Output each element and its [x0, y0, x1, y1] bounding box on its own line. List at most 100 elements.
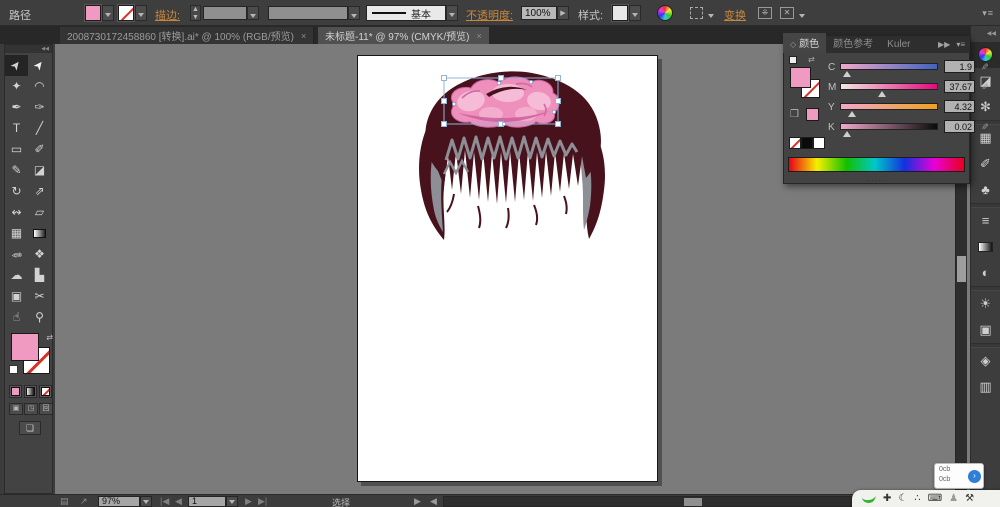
selection-tool[interactable]: ➤	[5, 55, 28, 76]
dock-gradient-panel[interactable]	[971, 234, 1000, 260]
align-dropdown[interactable]	[705, 7, 717, 19]
horizontal-scrollbar-thumb[interactable]	[684, 498, 702, 506]
select-similar-objects-icon[interactable]: ✕	[780, 7, 794, 19]
paintbrush-tool[interactable]: ✐	[28, 139, 51, 160]
artwork-hair-illustration[interactable]	[358, 56, 657, 481]
ime-user-icon[interactable]: ♟	[949, 490, 958, 507]
slider-handle-icon[interactable]	[842, 71, 851, 77]
ime-logo-icon[interactable]	[861, 493, 877, 504]
tab-color[interactable]: ◇ 颜色	[783, 33, 827, 53]
lasso-tool[interactable]: ◠	[28, 76, 51, 97]
blob-brush-tool[interactable]: ✑	[28, 97, 51, 118]
scroll-right-arrow-icon[interactable]: ▶	[414, 496, 421, 507]
none-mode-button[interactable]	[39, 385, 52, 398]
zoom-dropdown[interactable]	[140, 496, 152, 507]
none-swatch[interactable]	[789, 137, 801, 149]
ime-mode-icon[interactable]: ✚	[883, 490, 891, 507]
artboard-tool[interactable]: ▣	[5, 286, 28, 307]
document-tab-2[interactable]: 未标题-11* @ 97% (CMYK/预览) ×	[318, 27, 489, 44]
close-icon[interactable]: ×	[476, 31, 481, 41]
dock-brushes-panel[interactable]: ✐	[971, 151, 1000, 177]
draw-inside-button[interactable]: 回	[39, 403, 53, 415]
width-tool[interactable]: ↭	[5, 202, 28, 223]
line-segment-tool[interactable]: ╱	[28, 118, 51, 139]
default-fill-stroke-icon[interactable]	[789, 56, 797, 64]
style-dropdown[interactable]	[629, 5, 641, 21]
cyan-slider[interactable]	[840, 63, 938, 77]
fill-color-dropdown[interactable]	[102, 5, 114, 21]
free-transform-tool[interactable]: ▱	[28, 202, 51, 223]
black-value-field[interactable]: 0.02	[944, 120, 975, 133]
last-artboard-button[interactable]: ▶|	[258, 496, 267, 507]
swap-fill-stroke-icon[interactable]: ⇄	[46, 333, 53, 342]
mesh-tool[interactable]: ▦	[5, 223, 28, 244]
eraser-tool[interactable]: ◪	[28, 160, 51, 181]
graph-tool[interactable]: ▙	[28, 265, 51, 286]
toolbox-collapse-button[interactable]: ◀◀	[5, 45, 52, 53]
out-of-gamut-cube-icon[interactable]: ❒	[790, 109, 799, 120]
ime-popup[interactable]: 0cb 0cb ›	[934, 463, 984, 489]
magic-wand-tool[interactable]: ✦	[5, 76, 28, 97]
stroke-color-swatch[interactable]	[118, 5, 134, 21]
document-tab-1[interactable]: 2008730172458860 [转换].ai* @ 100% (RGB/预览…	[60, 27, 315, 44]
rotate-tool[interactable]: ↻	[5, 181, 28, 202]
recolor-artwork-icon[interactable]	[657, 5, 673, 21]
first-artboard-button[interactable]: |◀	[160, 496, 169, 507]
symbol-sprayer-tool[interactable]: ☁	[5, 265, 28, 286]
cyan-value-field[interactable]: 1.9	[944, 60, 975, 73]
slider-handle-icon[interactable]	[847, 111, 856, 117]
document-info-icon[interactable]: ▤	[60, 496, 69, 507]
control-panel-menu-icon[interactable]: ▾≡	[982, 8, 994, 19]
ime-language-bar[interactable]: ✚ ☾ ∴ ⌨ ♟ ⚒	[852, 490, 1000, 507]
tab-kuler[interactable]: Kuler	[880, 37, 917, 53]
style-swatch[interactable]	[612, 5, 628, 21]
dock-transparency-panel[interactable]: ◐	[971, 260, 1000, 286]
select-similar-dropdown[interactable]	[796, 7, 808, 19]
ime-keyboard-icon[interactable]: ⌨	[928, 490, 942, 507]
white-swatch[interactable]	[813, 137, 825, 149]
dock-symbols-panel[interactable]: ♣	[971, 177, 1000, 203]
zoom-level-field[interactable]: 97%	[98, 496, 140, 507]
dock-layers-panel[interactable]: ◈	[971, 348, 1000, 374]
gradient-mode-button[interactable]	[24, 385, 37, 398]
brush-definition-field[interactable]: 基本	[366, 5, 446, 21]
draw-behind-button[interactable]: ◳	[24, 403, 38, 415]
opacity-link[interactable]: 不透明度:	[466, 7, 513, 23]
vertical-scrollbar-thumb[interactable]	[957, 256, 966, 282]
stroke-weight-link[interactable]: 描边:	[155, 7, 180, 23]
artboard[interactable]	[357, 55, 658, 482]
stroke-weight-dropdown[interactable]	[247, 6, 259, 20]
dock-stroke-panel[interactable]: ≡	[971, 208, 1000, 234]
color-spectrum-bar[interactable]	[788, 157, 965, 172]
width-profile-field[interactable]	[268, 6, 348, 20]
ime-wrench-icon[interactable]: ⚒	[965, 490, 974, 507]
direct-selection-tool[interactable]: ➤	[28, 55, 51, 76]
eyedropper-tool[interactable]: ✎	[5, 244, 28, 265]
export-icon[interactable]: ↗	[80, 496, 88, 507]
dock-collapse-button[interactable]: ◀◀	[971, 26, 1000, 42]
next-artboard-button[interactable]: ▶	[245, 496, 252, 507]
dock-appearance-panel[interactable]: ☀	[971, 291, 1000, 317]
transform-link[interactable]: 变换	[724, 7, 746, 23]
black-swatch[interactable]	[801, 137, 813, 149]
pencil-tool[interactable]: ✎	[5, 160, 28, 181]
rectangle-tool[interactable]: ▭	[5, 139, 28, 160]
ime-badge-icon[interactable]: ›	[968, 470, 981, 483]
panel-menu-icon[interactable]: ▾≡	[956, 40, 965, 49]
pen-tool[interactable]: ✒	[5, 97, 28, 118]
fill-swatch[interactable]	[790, 67, 811, 88]
artboard-number-field[interactable]: 1	[188, 496, 226, 507]
width-profile-dropdown[interactable]	[348, 6, 360, 20]
dock-graphic-styles-panel[interactable]: ▣	[971, 317, 1000, 343]
brush-dropdown[interactable]	[446, 5, 458, 21]
scale-tool[interactable]: ⇗	[28, 181, 51, 202]
black-slider[interactable]	[840, 123, 938, 137]
tab-color-guide[interactable]: 颜色参考	[826, 33, 880, 53]
ime-punct-icon[interactable]: ∴	[914, 490, 920, 507]
yellow-slider[interactable]	[840, 103, 938, 117]
close-icon[interactable]: ×	[301, 31, 306, 41]
align-icon[interactable]	[690, 7, 703, 19]
stroke-weight-stepper[interactable]: ▲ ▼	[190, 5, 201, 21]
opacity-field[interactable]: 100%	[521, 6, 557, 20]
previous-artboard-button[interactable]: ◀	[175, 496, 182, 507]
